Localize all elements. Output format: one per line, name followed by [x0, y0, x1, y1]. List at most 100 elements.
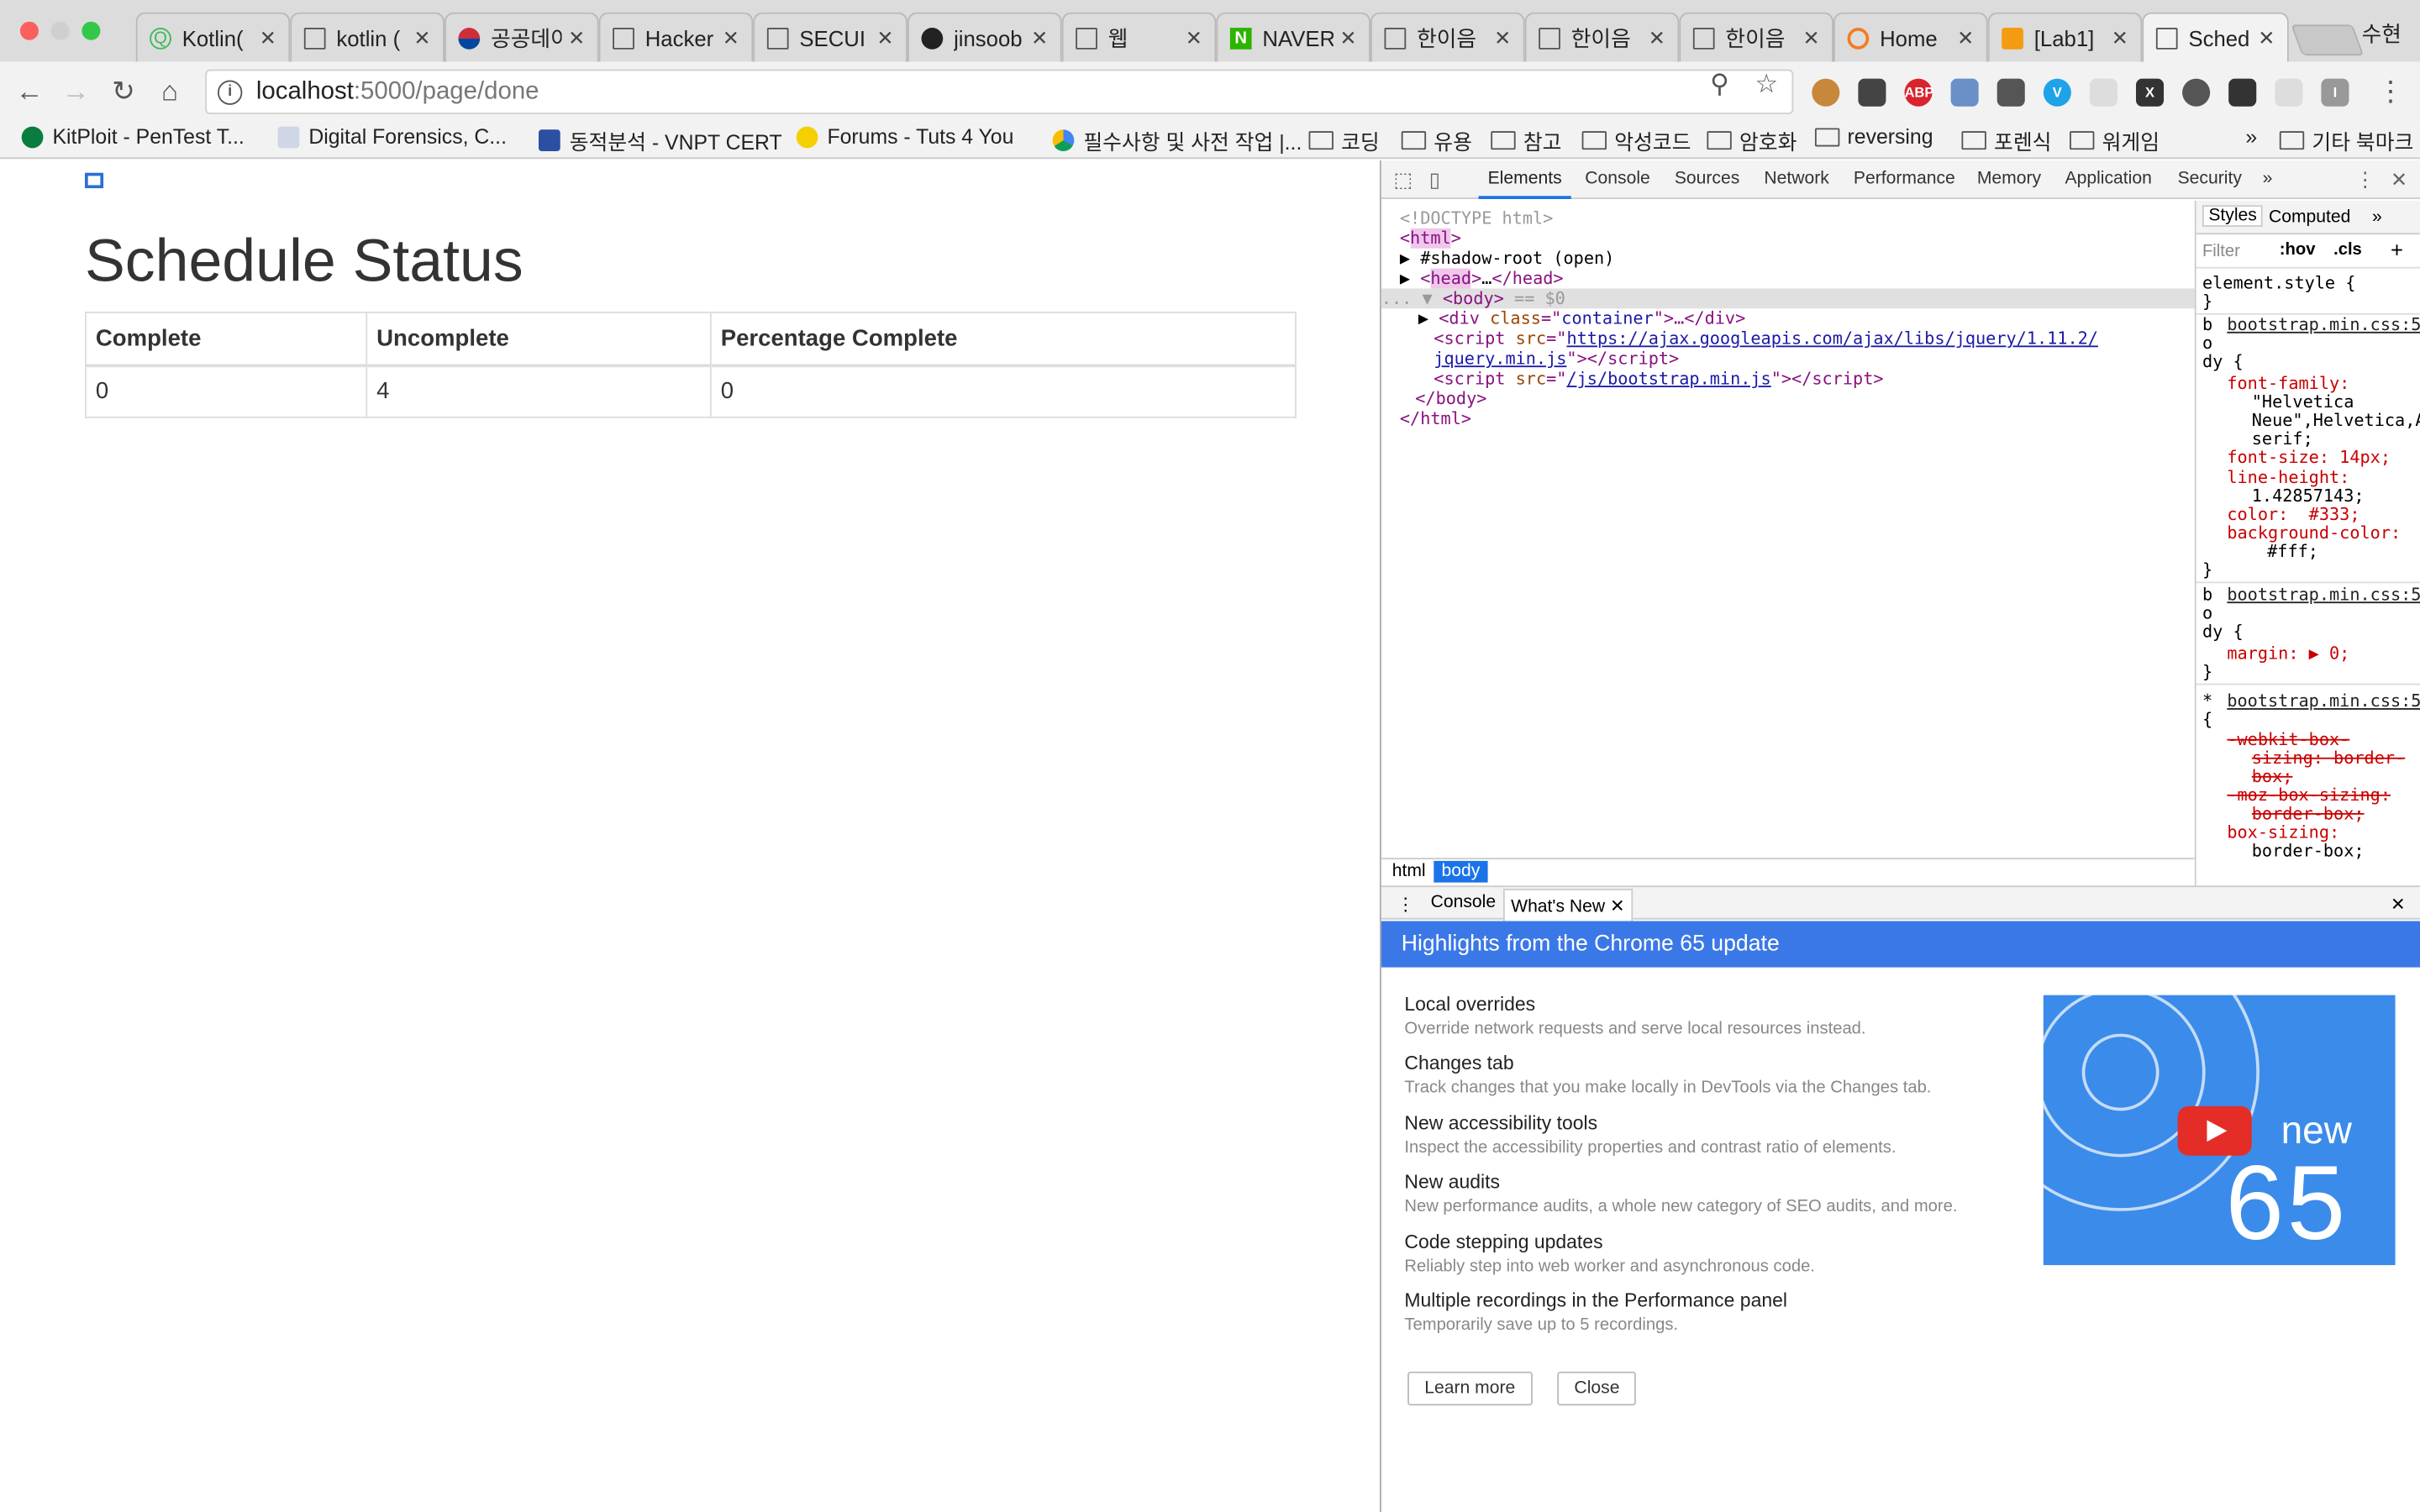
css-property-overridden[interactable]: border-box; — [2252, 805, 2365, 824]
other-bookmarks[interactable]: 기타 북마크 — [2279, 125, 2413, 156]
inspect-element-icon[interactable]: ⬚ — [1394, 168, 1413, 192]
maximize-window-button[interactable] — [82, 21, 101, 40]
translate-extension-icon[interactable] — [1950, 78, 1979, 107]
bookmark-item[interactable]: Forums - Tuts 4 You — [796, 125, 1013, 148]
close-tab-icon[interactable]: ✕ — [1802, 25, 1819, 50]
rule-element-style[interactable]: element.style { — [2202, 274, 2355, 293]
bookmark-folder[interactable]: 유용 — [1401, 125, 1472, 156]
dom-node-div-container[interactable]: ▶ <div class="container">…</div> — [1418, 308, 1745, 328]
dom-node-html-close[interactable]: </html> — [1400, 409, 1471, 429]
css-value[interactable]: "Helvetica — [2252, 392, 2354, 412]
dom-node-script-jquery-cont[interactable]: jquery.min.js"></script> — [1434, 349, 1679, 369]
css-property[interactable]: margin: ▶ 0; — [2227, 644, 2349, 664]
css-value[interactable]: serif; — [2252, 430, 2313, 449]
dom-node-script-jquery[interactable]: <script src="https://ajax.googleapis.com… — [1434, 328, 2098, 349]
pdf-extension-icon[interactable]: I — [2321, 78, 2349, 107]
devtools-tabs-overflow-icon[interactable]: » — [2263, 170, 2273, 188]
evernote-extension-icon[interactable] — [2182, 78, 2211, 107]
css-property[interactable]: color: #333; — [2227, 506, 2360, 524]
css-value[interactable]: border-box; — [2252, 842, 2365, 861]
bookmark-folder[interactable]: 참고 — [1491, 125, 1561, 156]
styles-filter-input[interactable]: Filter — [2202, 242, 2240, 260]
css-property[interactable]: font-size: 14px; — [2227, 449, 2391, 467]
bookmark-item[interactable]: 동적분석 - VNPT CERT — [539, 125, 782, 156]
dom-node-html[interactable]: <html> — [1400, 228, 1461, 249]
close-tab-icon[interactable]: ✕ — [1339, 25, 1356, 50]
browser-tab[interactable]: SECUI ✕ — [753, 12, 908, 62]
back-arrow-icon[interactable]: ← — [13, 74, 46, 108]
css-property-overridden[interactable]: box; — [2252, 768, 2293, 787]
profile-name[interactable]: 수현 — [2362, 18, 2402, 50]
close-tab-icon[interactable]: ✕ — [1186, 25, 1202, 50]
browser-tab[interactable]: Home ✕ — [1833, 12, 1988, 62]
css-property[interactable]: background-color: — [2227, 524, 2401, 543]
browser-tab[interactable]: 한이음 ✕ — [1370, 12, 1525, 62]
drawer-tab-console[interactable]: Console — [1431, 893, 1497, 911]
dom-node-script-bootstrap[interactable]: <script src="/js/bootstrap.min.js"></scr… — [1434, 369, 1883, 389]
x-extension-icon[interactable]: X — [2135, 78, 2165, 107]
browser-tab[interactable]: kotlin (✕ — [290, 12, 445, 62]
new-tab-button[interactable] — [2291, 24, 2365, 56]
dom-node-head[interactable]: ▶ <head>…</head> — [1400, 268, 1564, 289]
close-window-button[interactable] — [19, 21, 39, 40]
shield-extension-icon[interactable] — [2228, 78, 2257, 107]
home-icon[interactable]: ⌂ — [153, 74, 187, 108]
devtools-menu-icon[interactable]: ⋮ — [2355, 168, 2375, 192]
minimize-window-button[interactable] — [50, 21, 70, 40]
bookmark-item[interactable]: Digital Forensics, C... — [277, 125, 507, 148]
adblock-plus-icon[interactable]: ABP — [1904, 78, 1933, 107]
browser-tab[interactable]: jinsoob ✕ — [907, 12, 1062, 62]
close-tab-icon[interactable]: ✕ — [260, 25, 276, 50]
close-tab-icon[interactable]: ✕ — [568, 25, 585, 50]
close-tab-icon[interactable]: ✕ — [1494, 25, 1511, 50]
cookie-extension-icon[interactable] — [1812, 78, 1840, 107]
bookmark-folder[interactable]: reversing — [1814, 125, 1933, 148]
info-icon[interactable]: i — [217, 79, 243, 104]
close-tab-icon[interactable]: ✕ — [1610, 898, 1625, 916]
tab-computed[interactable]: Computed — [2269, 208, 2350, 227]
browser-tab[interactable]: 한이음 ✕ — [1524, 12, 1680, 62]
devtools-tab-elements[interactable]: Elements — [1478, 170, 1571, 199]
close-tab-icon[interactable]: ✕ — [413, 25, 430, 50]
close-button[interactable]: Close — [1557, 1371, 1637, 1406]
bookmark-folder[interactable]: 코딩 — [1308, 125, 1380, 156]
css-property[interactable]: box-sizing: — [2227, 823, 2339, 843]
drawer-close-icon[interactable]: ✕ — [2391, 893, 2406, 915]
dom-doctype[interactable]: <!DOCTYPE html> — [1400, 208, 1553, 228]
bookmark-star-icon[interactable]: ☆ — [1754, 70, 1778, 101]
bookmark-item[interactable]: 필수사항 및 사전 작업 |... — [1052, 125, 1302, 156]
close-tab-icon[interactable]: ✕ — [2112, 25, 2128, 50]
chrome-65-video-thumbnail[interactable]: new 65 — [2043, 995, 2396, 1266]
add-rule-icon[interactable]: + — [2391, 238, 2403, 262]
bulb-extension-icon[interactable] — [1996, 78, 2025, 107]
breadcrumb-html[interactable]: html — [1385, 861, 1434, 883]
browser-tab-active[interactable]: Sched ✕ — [2142, 12, 2289, 62]
devtools-tab-console[interactable]: Console — [1585, 170, 1650, 188]
css-value[interactable]: Neue",Helvetica,A — [2252, 411, 2420, 430]
tab-styles[interactable]: Styles — [2202, 205, 2264, 227]
zoom-icon[interactable]: ⚲ — [1710, 70, 1729, 101]
devtools-tab-security[interactable]: Security — [2178, 170, 2242, 188]
bookmark-folder[interactable]: 악성코드 — [1581, 125, 1691, 156]
rule-source-link[interactable]: bootstrap.min.css:5 — [2227, 316, 2420, 335]
css-property[interactable]: line-height: — [2227, 468, 2349, 487]
css-value[interactable]: #fff; — [2267, 543, 2318, 562]
devtools-tab-memory[interactable]: Memory — [1977, 170, 2041, 188]
browser-menu-icon[interactable]: ⋮ — [2374, 74, 2407, 108]
browser-tab[interactable]: Hacker ✕ — [598, 12, 754, 62]
drawer-tab-whats-new[interactable]: What's New ✕ — [1502, 888, 1633, 921]
close-tab-icon[interactable]: ✕ — [2258, 25, 2275, 50]
forward-arrow-icon[interactable]: → — [59, 74, 92, 108]
devtools-tab-sources[interactable]: Sources — [1675, 170, 1739, 188]
browser-tab[interactable]: Q Kotlin(✕ — [135, 12, 291, 62]
dom-node-body-selected[interactable]: ... ▼ <body> == $0 — [1381, 288, 2195, 309]
cls-toggle[interactable]: .cls — [2333, 241, 2362, 260]
hov-toggle[interactable]: :hov — [2280, 241, 2316, 260]
close-tab-icon[interactable]: ✕ — [723, 25, 739, 50]
learn-more-button[interactable]: Learn more — [1407, 1371, 1533, 1406]
close-tab-icon[interactable]: ✕ — [876, 25, 893, 50]
browser-tab[interactable]: [Lab1] ✕ — [1987, 12, 2143, 62]
device-toolbar-icon[interactable]: ▯ — [1429, 168, 1440, 192]
browser-tab[interactable]: 공공데이✕ — [444, 12, 599, 62]
breadcrumb-body[interactable]: body — [1434, 860, 1488, 883]
